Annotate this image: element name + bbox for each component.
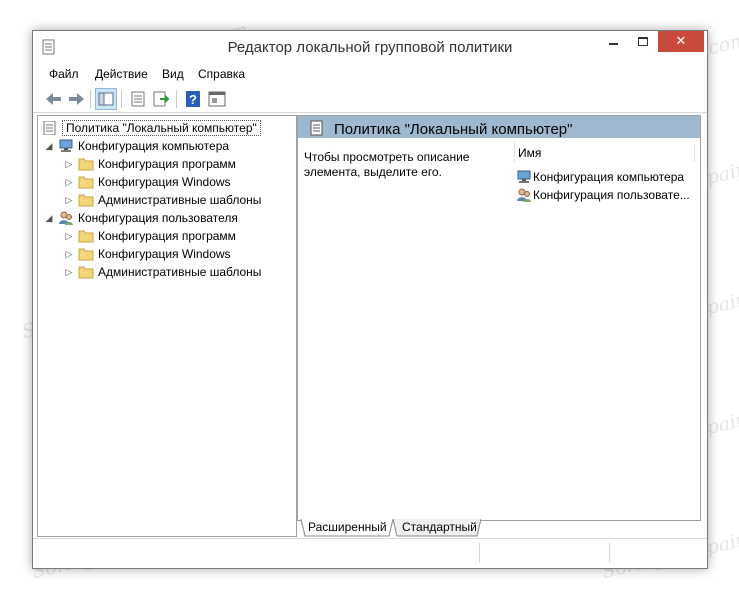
forward-button[interactable] (65, 88, 87, 110)
maximize-icon (638, 37, 648, 46)
collapsed-arrow-icon[interactable]: ▷ (64, 227, 74, 245)
computer-icon (59, 139, 73, 152)
folder-icon (78, 230, 94, 243)
menu-action[interactable]: Действие (95, 67, 148, 81)
list-item-label: Конфигурация компьютера (533, 170, 685, 184)
close-icon: ✕ (675, 33, 687, 48)
properties-icon (131, 91, 145, 107)
folder-icon (78, 266, 94, 279)
minimize-icon (608, 43, 618, 45)
tree-item-label: Конфигурация программ (98, 229, 236, 243)
column-divider[interactable] (694, 144, 695, 162)
view-tabs: Расширенный Стандартный (297, 519, 701, 537)
collapsed-arrow-icon[interactable]: ▷ (64, 173, 74, 191)
details-pane[interactable]: Политика "Локальный компьютер" Чтобы про… (297, 115, 701, 521)
toolbar: ? (33, 86, 707, 113)
tree-item-label: Конфигурация Windows (98, 175, 231, 189)
properties-button[interactable] (127, 88, 149, 110)
tree-item-computer-admin-templates[interactable]: ▷ Административные шаблоны (64, 191, 284, 209)
tree-root-label: Политика "Локальный компьютер" (62, 120, 261, 136)
toolbar-separator (176, 90, 177, 108)
show-hide-tree-button[interactable] (95, 88, 117, 110)
tab-standard[interactable]: Стандартный (402, 519, 477, 536)
minimize-button[interactable] (599, 31, 627, 52)
tree-item-user-windows[interactable]: ▷ Конфигурация Windows (64, 245, 284, 263)
status-cell (479, 543, 610, 563)
details-title: Политика "Локальный компьютер" (334, 121, 573, 138)
show-tree-icon (98, 92, 114, 106)
toolbar-separator (121, 90, 122, 108)
computer-icon (517, 170, 531, 183)
tree-item-computer-software[interactable]: ▷ Конфигурация программ (64, 155, 284, 173)
status-bar (33, 538, 707, 568)
tree-item-user-config[interactable]: ◢ Конфигурация пользователя (44, 209, 284, 227)
tree-pane[interactable]: Политика "Локальный компьютер" ◢ Конфигу… (37, 115, 297, 537)
close-button[interactable]: ✕ (658, 31, 704, 52)
toolbar-separator (90, 90, 91, 108)
details-header: Политика "Локальный компьютер" (298, 116, 700, 138)
export-list-icon (153, 91, 170, 107)
folder-icon (78, 248, 94, 261)
collapsed-arrow-icon[interactable]: ▷ (64, 191, 74, 209)
console-icon (208, 91, 226, 107)
svg-text:?: ? (189, 92, 197, 107)
status-cell (609, 543, 706, 563)
tree-item-label: Конфигурация программ (98, 157, 236, 171)
column-header-name[interactable]: Имя (514, 142, 695, 162)
menu-bar: Файл Действие Вид Справка (33, 63, 707, 85)
details-description: Чтобы просмотреть описание элемента, выд… (304, 150, 470, 179)
users-icon (517, 188, 531, 202)
list-item-label: Конфигурация пользовате... (533, 188, 690, 202)
app-window: Редактор локальной групповой политики ✕ … (32, 30, 708, 569)
policy-document-icon (43, 121, 56, 135)
folder-icon (78, 194, 94, 207)
tree-item-label: Конфигурация Windows (98, 247, 231, 261)
menu-file[interactable]: Файл (49, 67, 79, 81)
collapsed-arrow-icon[interactable]: ▷ (64, 155, 74, 173)
tree-item-user-software[interactable]: ▷ Конфигурация программ (64, 227, 284, 245)
tree-item-label: Конфигурация пользователя (78, 211, 238, 225)
expanded-arrow-icon[interactable]: ◢ (44, 209, 54, 227)
tree-root[interactable]: Политика "Локальный компьютер" (42, 119, 261, 137)
expanded-arrow-icon[interactable]: ◢ (44, 137, 54, 155)
collapsed-arrow-icon[interactable]: ▷ (64, 245, 74, 263)
users-icon (59, 211, 73, 225)
collapsed-arrow-icon[interactable]: ▷ (64, 263, 74, 281)
console-view-button[interactable] (206, 88, 228, 110)
tree-item-computer-windows[interactable]: ▷ Конфигурация Windows (64, 173, 284, 191)
maximize-button[interactable] (629, 31, 657, 52)
export-list-button[interactable] (150, 88, 172, 110)
tree-item-label: Административные шаблоны (98, 193, 262, 207)
tab-extended[interactable]: Расширенный (308, 519, 387, 536)
tree-item-label: Конфигурация компьютера (78, 139, 230, 153)
back-arrow-icon (46, 93, 61, 105)
help-button[interactable]: ? (182, 88, 204, 110)
help-icon: ? (186, 91, 200, 107)
title-bar[interactable]: Редактор локальной групповой политики ✕ (33, 31, 707, 63)
tree-item-label: Административные шаблоны (98, 265, 262, 279)
tree-item-computer-config[interactable]: ◢ Конфигурация компьютера (44, 137, 284, 155)
policy-document-icon (310, 120, 323, 136)
forward-arrow-icon (69, 93, 84, 105)
folder-icon (78, 176, 94, 189)
menu-view[interactable]: Вид (162, 67, 184, 81)
back-button[interactable] (43, 88, 65, 110)
column-header-label: Имя (518, 146, 542, 160)
tree-item-user-admin-templates[interactable]: ▷ Административные шаблоны (64, 263, 284, 281)
menu-help[interactable]: Справка (198, 67, 245, 81)
folder-icon (78, 158, 94, 171)
